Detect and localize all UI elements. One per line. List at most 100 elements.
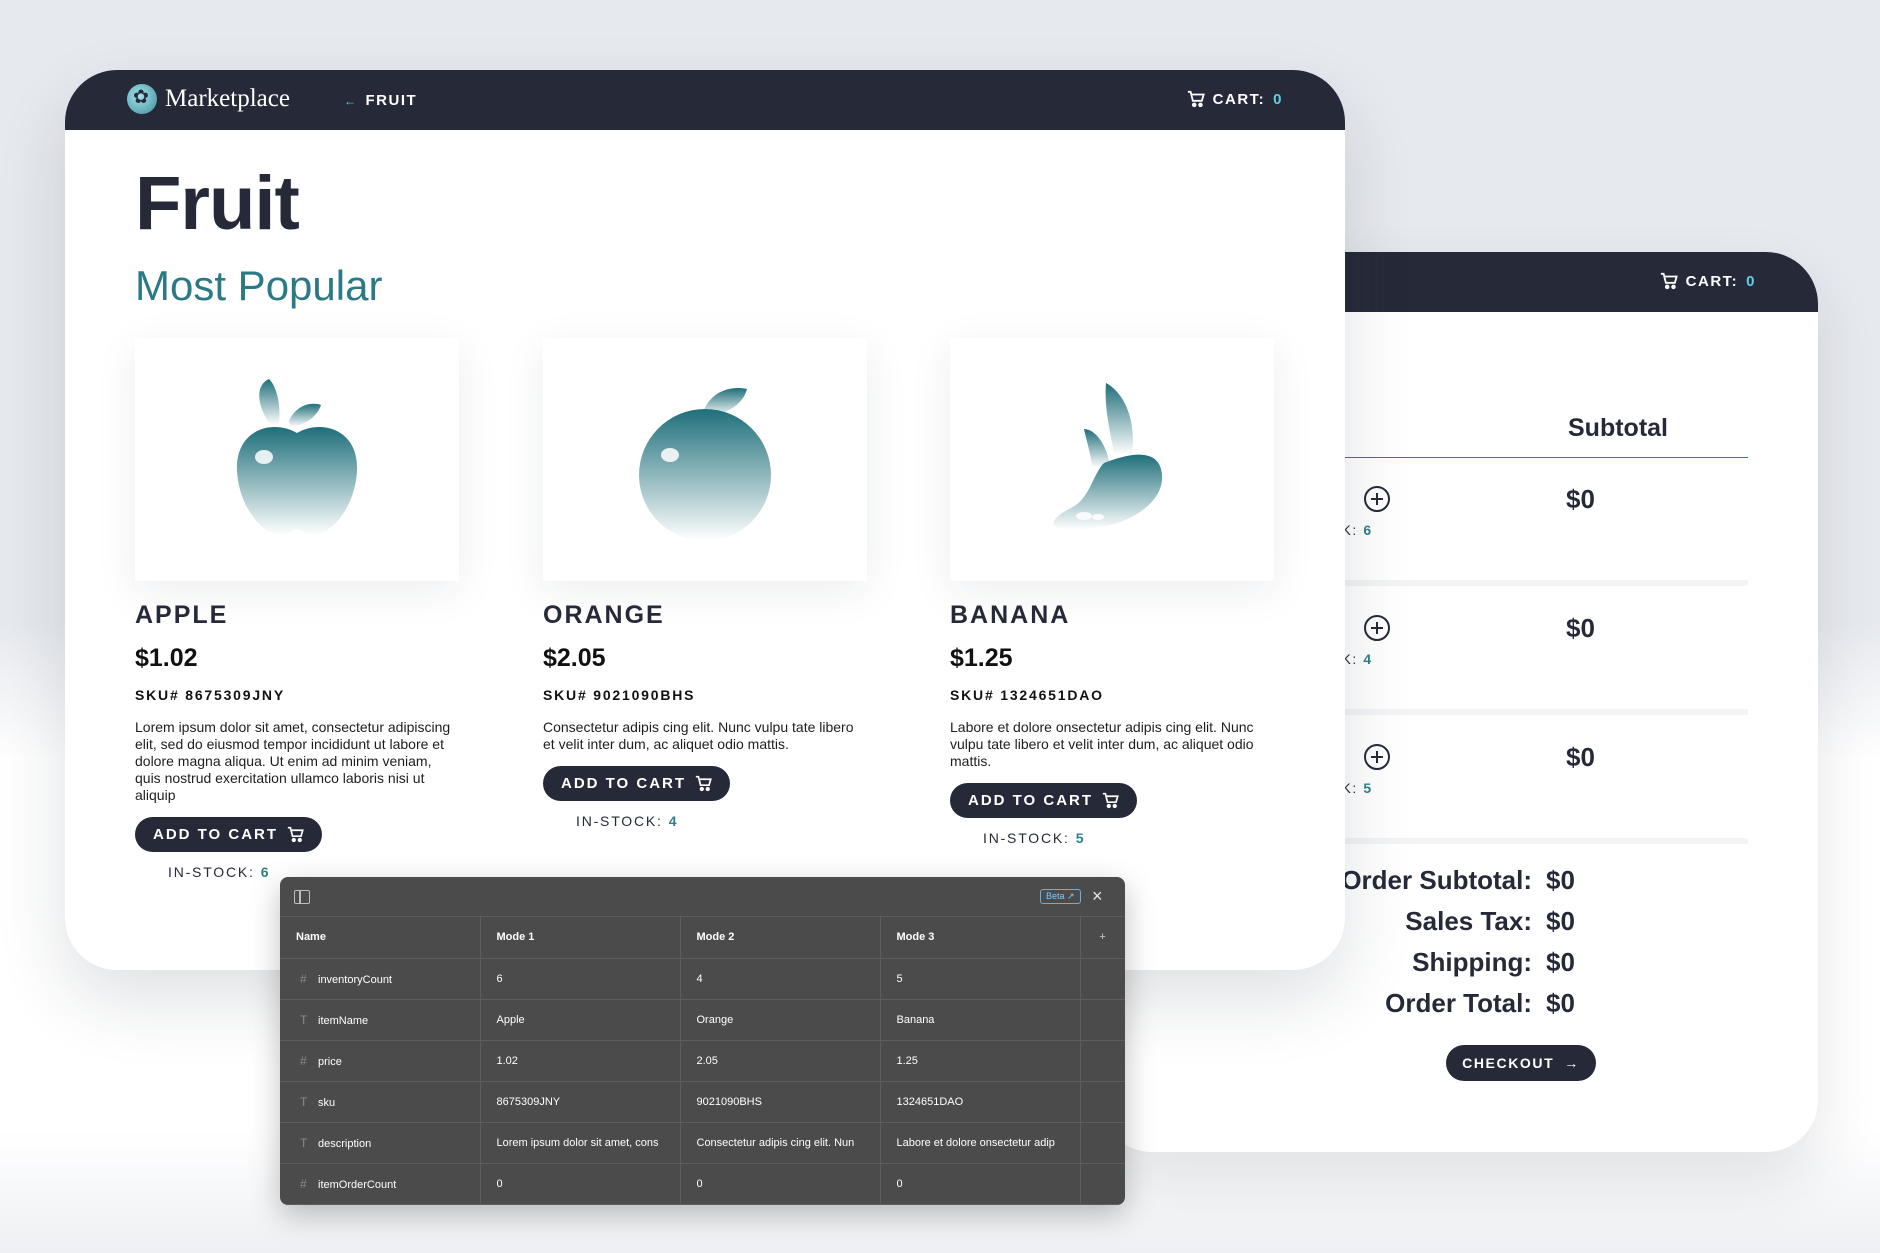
back-link[interactable]: ← FRUIT xyxy=(344,92,417,109)
variable-name: sku xyxy=(318,1096,336,1109)
variable-name: price xyxy=(318,1055,342,1068)
logo-text: Marketplace xyxy=(165,85,290,112)
variable-value-cell[interactable]: Consectetur adipis cing elit. Nun xyxy=(680,1122,881,1164)
empty-cell xyxy=(1080,1122,1125,1164)
column-header-subtotal: Subtotal xyxy=(1568,414,1668,442)
number-type-icon: # xyxy=(300,971,307,986)
variable-value-cell[interactable]: Banana xyxy=(880,999,1081,1041)
increment-quantity-button[interactable] xyxy=(1364,615,1390,641)
variable-value-cell[interactable]: 8675309JNY xyxy=(480,1081,681,1123)
product-image[interactable] xyxy=(543,338,867,581)
column-header-mode-2[interactable]: Mode 2 xyxy=(680,917,881,959)
variable-name: itemName xyxy=(318,1014,369,1027)
apple-icon xyxy=(236,378,358,535)
variable-value-cell[interactable]: 0 xyxy=(880,1163,1081,1205)
checkout-button[interactable]: CHECKOUT → xyxy=(1446,1045,1596,1081)
variable-value-cell[interactable]: 1324651DAO xyxy=(880,1081,1081,1123)
empty-cell xyxy=(1080,1040,1125,1082)
product-card-banana: BANANA $1.25 SKU# 1324651DAO Labore et d… xyxy=(950,338,1275,846)
cart-icon xyxy=(695,775,712,792)
variable-name: itemOrderCount xyxy=(318,1178,397,1191)
product-sku: SKU# 9021090BHS xyxy=(543,687,696,703)
product-image[interactable] xyxy=(135,338,459,581)
product-price: $2.05 xyxy=(543,644,606,672)
table-row[interactable]: # price 1.02 2.05 1.25 xyxy=(280,1040,1125,1082)
empty-cell xyxy=(1080,999,1125,1041)
variables-panel-header: Beta ↗ × xyxy=(280,877,1125,917)
cart-icon xyxy=(1660,272,1678,290)
add-mode-icon[interactable]: + xyxy=(1080,917,1125,959)
beta-badge[interactable]: Beta ↗ xyxy=(1040,889,1081,904)
cart-label: CART: xyxy=(1212,90,1266,108)
empty-cell xyxy=(1080,1163,1125,1205)
table-row[interactable]: # itemOrderCount 0 0 0 xyxy=(280,1163,1125,1205)
variable-value-cell[interactable]: 0 xyxy=(480,1163,681,1205)
product-sku: SKU# 8675309JNY xyxy=(135,687,285,703)
banana-icon xyxy=(1053,382,1163,530)
variable-name-cell[interactable]: # inventoryCount xyxy=(280,958,481,1000)
variable-value-cell[interactable]: 2.05 xyxy=(680,1040,881,1082)
variable-value-cell[interactable]: 9021090BHS xyxy=(680,1081,881,1123)
table-row[interactable]: Tsku 8675309JNY 9021090BHS 1324651DAO xyxy=(280,1081,1125,1123)
product-description: Labore et dolore onsectetur adipis cing … xyxy=(950,719,1254,769)
product-sku: SKU# 1324651DAO xyxy=(950,687,1104,703)
variable-value-cell[interactable]: Orange xyxy=(680,999,881,1041)
cart-icon xyxy=(1102,792,1119,809)
table-row[interactable]: Tdescription Lorem ipsum dolor sit amet, … xyxy=(280,1122,1125,1164)
increment-quantity-button[interactable] xyxy=(1364,486,1390,512)
cart-row-subtotal: $0 xyxy=(1566,742,1595,772)
variable-value-cell[interactable]: 1.25 xyxy=(880,1040,1081,1082)
product-name: ORANGE xyxy=(543,601,665,629)
variable-value-cell[interactable]: Lorem ipsum dolor sit amet, cons xyxy=(480,1122,681,1164)
variable-value-cell[interactable]: 4 xyxy=(680,958,881,1000)
table-row[interactable]: # inventoryCount 6 4 5 xyxy=(280,958,1125,1000)
product-description: Lorem ipsum dolor sit amet, consectetur … xyxy=(135,719,451,803)
arrow-right-icon: → xyxy=(1564,1055,1580,1071)
checkout-label: CHECKOUT xyxy=(1462,1055,1555,1071)
add-to-cart-button[interactable]: ADD TO CART xyxy=(950,783,1138,818)
variable-name-cell[interactable]: Tsku xyxy=(280,1081,481,1123)
marketplace-logo[interactable]: Marketplace xyxy=(127,84,290,114)
product-price: $1.02 xyxy=(135,644,198,672)
order-total: Order Total: $0 xyxy=(1385,988,1575,1018)
back-link-label: FRUIT xyxy=(365,92,418,109)
column-header-name: Name xyxy=(280,917,481,959)
add-to-cart-button[interactable]: ADD TO CART xyxy=(543,766,731,801)
fruit-window: Marketplace ← FRUIT CART: 0 Fruit Most P… xyxy=(65,70,1345,970)
variable-name: description xyxy=(318,1137,372,1150)
variables-table: Name Mode 1 Mode 2 Mode 3 + # inventoryCo… xyxy=(280,917,1125,1205)
cart-row-subtotal: $0 xyxy=(1566,484,1595,514)
cart-button[interactable]: CART: 0 xyxy=(1187,90,1283,108)
table-row[interactable]: TitemName Apple Orange Banana xyxy=(280,999,1125,1041)
column-header-mode-3[interactable]: Mode 3 xyxy=(880,917,1081,959)
variable-value-cell[interactable]: Apple xyxy=(480,999,681,1041)
section-title: Most Popular xyxy=(135,262,383,309)
cart-icon xyxy=(287,826,304,843)
variables-panel: Beta ↗ × Name Mode 1 Mode 2 Mode 3 + # in… xyxy=(280,877,1125,1205)
sidebar-toggle-icon[interactable] xyxy=(294,890,310,904)
product-image[interactable] xyxy=(950,338,1274,581)
cart-row-subtotal: $0 xyxy=(1566,613,1595,643)
cart-button[interactable]: CART: 0 xyxy=(1660,272,1756,290)
close-icon[interactable]: × xyxy=(1092,886,1103,906)
fruit-nav-bar: Marketplace ← FRUIT CART: 0 xyxy=(65,70,1345,130)
add-to-cart-button[interactable]: ADD TO CART xyxy=(135,817,323,852)
table-header-row: Name Mode 1 Mode 2 Mode 3 + xyxy=(280,917,1125,959)
number-type-icon: # xyxy=(300,1053,307,1068)
variable-value-cell[interactable]: Labore et dolore onsectetur adip xyxy=(880,1122,1081,1164)
variable-name-cell[interactable]: # itemOrderCount xyxy=(280,1163,481,1205)
variable-value-cell[interactable]: 5 xyxy=(880,958,1081,1000)
increment-quantity-button[interactable] xyxy=(1364,744,1390,770)
cart-count: 0 xyxy=(1273,90,1283,108)
column-header-mode-1[interactable]: Mode 1 xyxy=(480,917,681,959)
variable-name-cell[interactable]: Tdescription xyxy=(280,1122,481,1164)
text-type-icon: T xyxy=(300,1012,308,1027)
variable-name-cell[interactable]: # price xyxy=(280,1040,481,1082)
variable-value-cell[interactable]: 1.02 xyxy=(480,1040,681,1082)
empty-cell xyxy=(1080,1081,1125,1123)
variable-name-cell[interactable]: TitemName xyxy=(280,999,481,1041)
add-to-cart-label: ADD TO CART xyxy=(968,792,1094,809)
variable-value-cell[interactable]: 0 xyxy=(680,1163,881,1205)
variable-value-cell[interactable]: 6 xyxy=(480,958,681,1000)
cart-count: 0 xyxy=(1746,272,1756,290)
